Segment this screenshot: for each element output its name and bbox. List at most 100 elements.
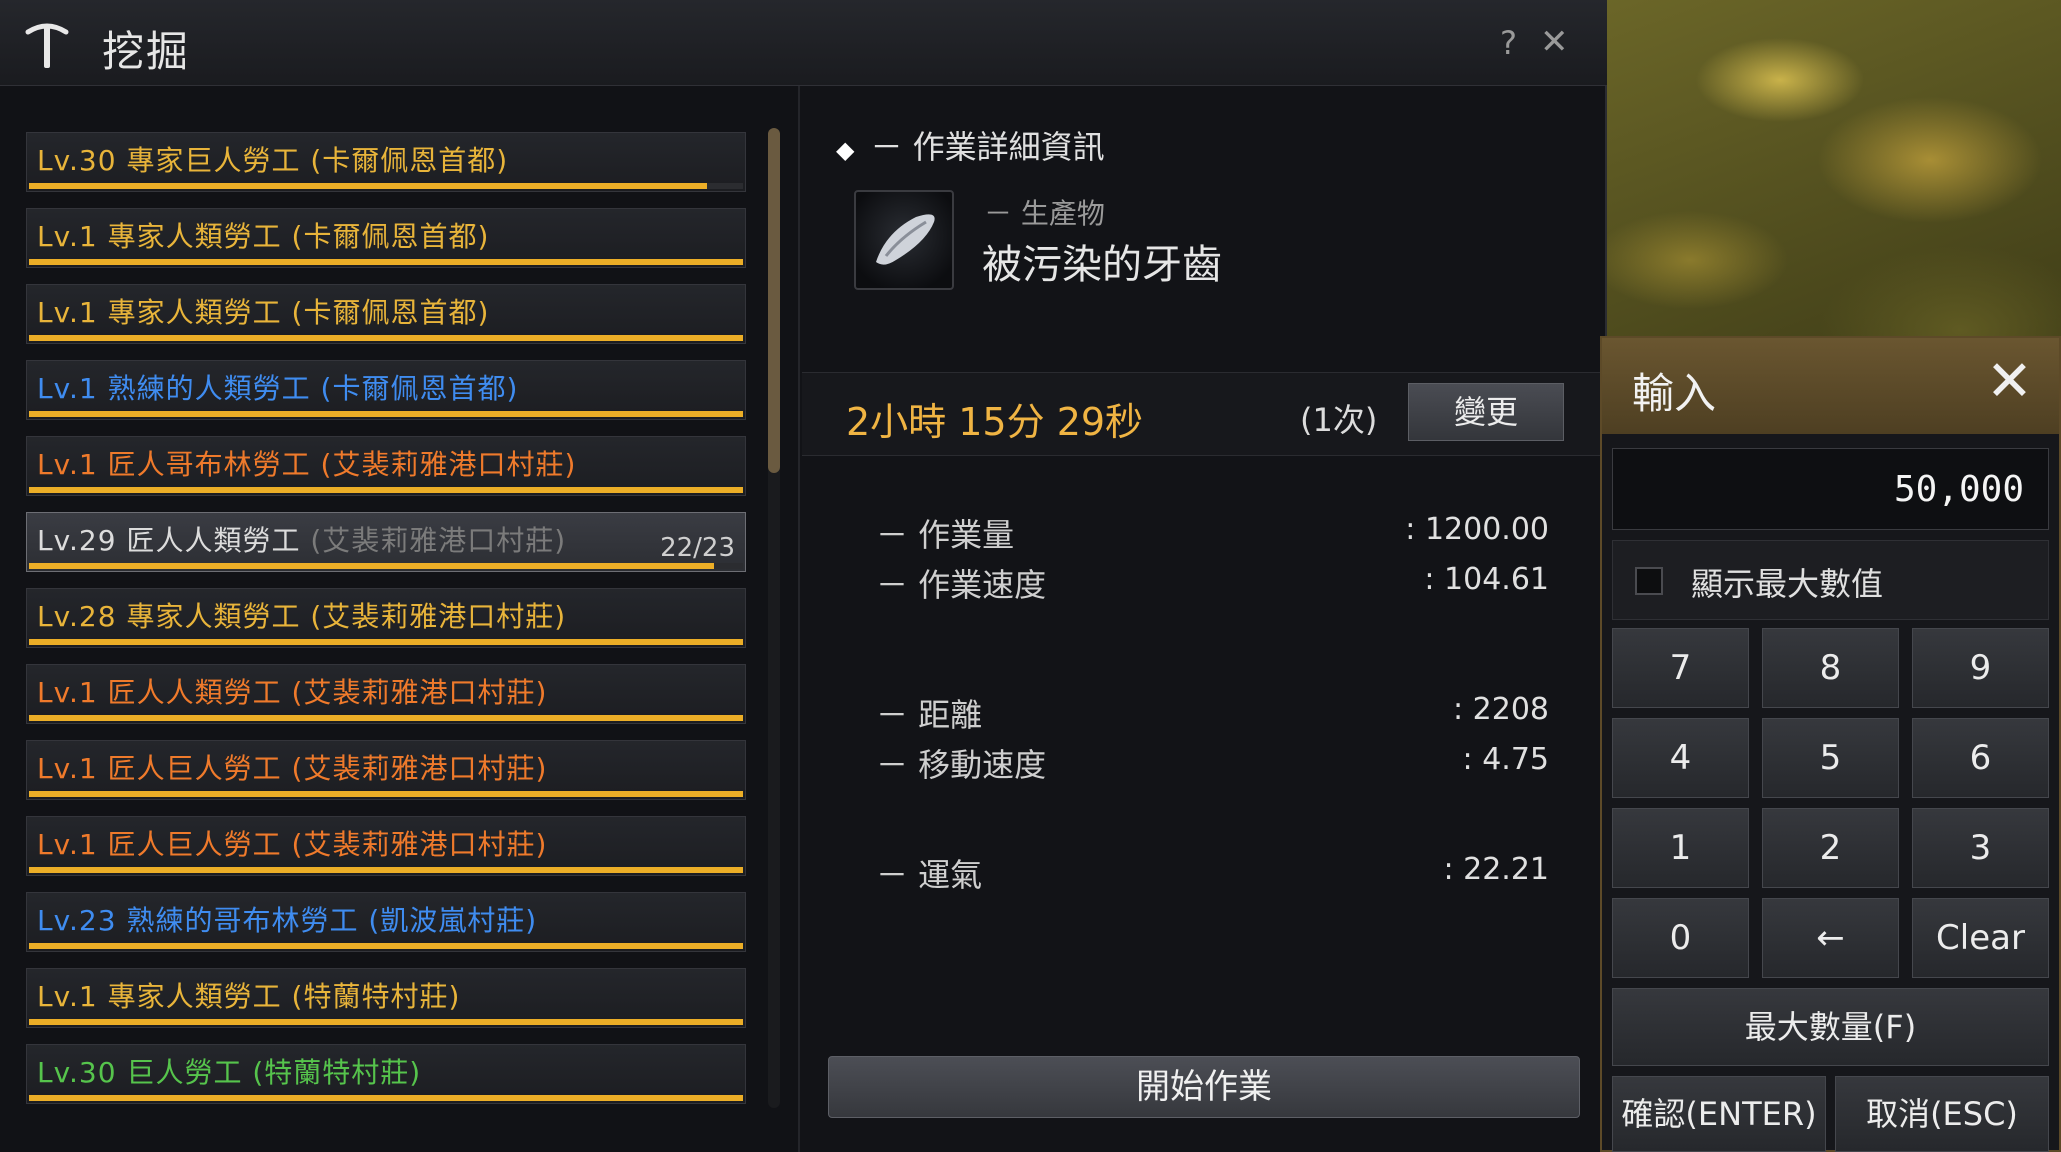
key-5[interactable]: 5 [1762,718,1899,798]
worker-label: Lv.30 巨人勞工 (特蘭特村莊) [37,1051,421,1091]
window-titlebar[interactable]: 挖掘 ? ✕ [0,0,1607,86]
close-button[interactable]: ✕ [1540,22,1569,62]
worker-list-item[interactable]: Lv.1 專家人類勞工 (卡爾佩恩首都) [26,284,746,344]
window-title: 挖掘 [102,27,191,76]
stamina-bar-track [29,563,743,569]
show-max-checkbox[interactable] [1635,567,1663,595]
cancel-button[interactable]: 取消(ESC) [1835,1076,2049,1152]
work-detail-panel: ◆ － 作業詳細資訊 － 生產物 被污染的牙齒 2小時 15分 29秒 (1次) … [802,86,1605,1152]
worker-list-item[interactable]: Lv.1 匠人巨人勞工 (艾裴莉雅港口村莊) [26,816,746,876]
product-sublabel: － 生產物 [984,197,1105,230]
worker-name: 匠人人類勞工 [107,676,282,709]
stamina-bar-track [29,335,743,341]
tooth-icon [876,214,935,265]
worker-level: Lv.1 [37,448,98,481]
worker-list-item[interactable]: Lv.30 巨人勞工 (特蘭特村莊) [26,1044,746,1104]
max-quantity-button[interactable]: 最大數量(F) [1612,988,2049,1066]
stamina-bar-fill [29,563,715,569]
key-7[interactable]: 7 [1612,628,1749,708]
stat-label-workload: － 作業量 [876,516,1015,554]
worker-label: Lv.30 專家巨人勞工 (卡爾佩恩首都) [37,139,508,179]
show-max-toggle[interactable]: 顯示最大數值 [1612,540,2049,620]
worker-location: (特蘭特村莊) [252,1056,422,1089]
worker-list-item[interactable]: Lv.29 匠人人類勞工 (艾裴莉雅港口村莊) 22/23 [26,512,746,572]
key-0[interactable]: 0 [1612,898,1749,978]
key-6[interactable]: 6 [1912,718,2049,798]
worker-level: Lv.28 [37,600,117,633]
worker-name: 專家人類勞工 [107,980,282,1013]
worker-name: 匠人巨人勞工 [107,752,282,785]
worker-level: Lv.30 [37,144,117,177]
stamina-bar-fill [29,487,743,493]
backspace-key[interactable]: ← [1762,898,1899,978]
worker-level: Lv.23 [37,904,117,937]
stamina-bar-fill [29,411,743,417]
worker-level: Lv.1 [37,828,98,861]
key-9[interactable]: 9 [1912,628,2049,708]
worker-list-item[interactable]: Lv.1 匠人人類勞工 (艾裴莉雅港口村莊) [26,664,746,724]
product-item-icon[interactable] [854,190,954,290]
stat-label-distance: － 距離 [876,696,983,734]
worker-name: 專家巨人勞工 [126,144,301,177]
worker-location: (特蘭特村莊) [291,980,461,1013]
stamina-bar-fill [29,335,743,341]
key-4[interactable]: 4 [1612,718,1749,798]
start-work-button[interactable]: 開始作業 [828,1056,1580,1118]
clear-key[interactable]: Clear [1912,898,2049,978]
worker-label: Lv.1 匠人巨人勞工 (艾裴莉雅港口村莊) [37,747,547,787]
worker-location: (卡爾佩恩首都) [310,144,509,177]
key-3[interactable]: 3 [1912,808,2049,888]
quantity-field[interactable] [1612,448,2049,530]
worker-list-item[interactable]: Lv.1 匠人哥布林勞工 (艾裴莉雅港口村莊) [26,436,746,496]
worker-list-item[interactable]: Lv.1 專家人類勞工 (特蘭特村莊) [26,968,746,1028]
worker-list-item[interactable]: Lv.28 專家人類勞工 (艾裴莉雅港口村莊) [26,588,746,648]
work-time-row: 2小時 15分 29秒 (1次) 變更 [802,372,1605,456]
stamina-bar-fill [29,183,708,189]
worker-list-item[interactable]: Lv.23 熟練的哥布林勞工 (凱波嵐村莊) [26,892,746,952]
worker-location: (艾裴莉雅港口村莊) [310,524,567,557]
section-title: － 作業詳細資訊 [870,128,1105,166]
worker-label: Lv.1 匠人哥布林勞工 (艾裴莉雅港口村莊) [37,443,576,483]
stat-label-luck: － 運氣 [876,856,983,894]
stamina-bar-track [29,1095,743,1101]
stamina-bar-fill [29,1095,743,1101]
stamina-bar-track [29,867,743,873]
worker-list-item[interactable]: Lv.1 匠人巨人勞工 (艾裴莉雅港口村莊) [26,740,746,800]
section-header: ◆ － 作業詳細資訊 [836,122,1105,168]
stamina-bar-fill [29,1019,743,1025]
help-button[interactable]: ? [1500,24,1517,62]
worker-list: Lv.30 專家巨人勞工 (卡爾佩恩首都) Lv.1 專家人類勞工 (卡爾佩恩首都… [0,86,800,1152]
key-8[interactable]: 8 [1762,628,1899,708]
key-2[interactable]: 2 [1762,808,1899,888]
stat-value-luck: : 22.21 [1443,852,1549,887]
worker-list-item[interactable]: Lv.30 專家巨人勞工 (卡爾佩恩首都) [26,132,746,192]
work-time: 2小時 15分 29秒 [846,400,1144,444]
worker-label: Lv.1 專家人類勞工 (卡爾佩恩首都) [37,215,489,255]
stamina-bar-track [29,791,743,797]
stamina-bar-track [29,943,743,949]
worker-name: 匠人人類勞工 [126,524,301,557]
worker-list-item[interactable]: Lv.1 熟練的人類勞工 (卡爾佩恩首都) [26,360,746,420]
stamina-bar-track [29,411,743,417]
worker-label: Lv.1 專家人類勞工 (特蘭特村莊) [37,975,460,1015]
confirm-button[interactable]: 確認(ENTER) [1612,1076,1826,1152]
stamina-bar-fill [29,639,743,645]
worker-location: (艾裴莉雅港口村莊) [291,676,548,709]
stat-label-work-speed: － 作業速度 [876,566,1047,604]
stamina-bar-track [29,715,743,721]
stat-value-distance: : 2208 [1453,692,1549,727]
worker-location: (艾裴莉雅港口村莊) [320,448,577,481]
dialog-close-button[interactable]: ✕ [1986,352,2033,412]
worker-level: Lv.1 [37,752,98,785]
stat-value-move-speed: : 4.75 [1462,742,1549,777]
worker-name: 專家人類勞工 [107,296,282,329]
worker-name: 熟練的人類勞工 [107,372,311,405]
dialog-titlebar[interactable]: 輸入 ✕ [1602,338,2059,434]
work-count: (1次) [1300,401,1378,439]
worker-list-item[interactable]: Lv.1 專家人類勞工 (卡爾佩恩首都) [26,208,746,268]
stamina-bar-track [29,639,743,645]
change-button[interactable]: 變更 [1408,383,1564,441]
scrollbar-thumb[interactable] [768,128,780,473]
key-1[interactable]: 1 [1612,808,1749,888]
diamond-icon: ◆ [836,136,855,164]
